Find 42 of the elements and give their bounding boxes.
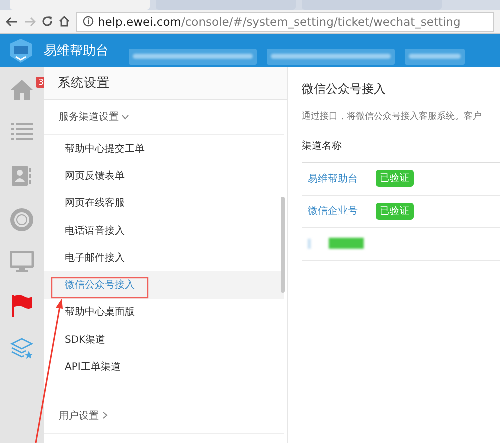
menu-item[interactable]: 帮助中心桌面版 — [65, 301, 135, 324]
channel-link[interactable]: 微信企业号 — [308, 204, 358, 218]
layers-star-icon[interactable] — [10, 337, 34, 361]
list-icon[interactable] — [10, 122, 34, 142]
header-tab[interactable] — [129, 48, 257, 64]
lifebuoy-icon[interactable] — [10, 208, 34, 232]
reload-icon[interactable] — [42, 16, 53, 27]
blurred-tag — [329, 238, 364, 250]
menu-item[interactable]: SDK渠道 — [65, 328, 106, 351]
menu-item[interactable]: API工单渠道 — [65, 356, 121, 378]
menu-item[interactable]: 帮助中心提交工单 — [65, 138, 145, 160]
status-tag: 已验证 — [376, 202, 414, 220]
group-header[interactable]: 用户设置 — [44, 398, 284, 434]
monitor-icon[interactable] — [10, 251, 34, 273]
description: 通过接口，将微信公众号接入客服系统。客户 — [302, 111, 483, 123]
group-header[interactable]: 服务渠道设置 — [44, 100, 284, 135]
menu-item[interactable]: 电话语音接入 — [65, 220, 125, 242]
browser-tab[interactable] — [302, 0, 442, 10]
flag-icon[interactable] — [11, 294, 33, 318]
browser-tab[interactable] — [10, 0, 150, 10]
channel-link[interactable]: 易维帮助台 — [308, 172, 358, 186]
chevron-icon — [103, 412, 108, 420]
logo-icon[interactable] — [8, 38, 34, 64]
brand-name: 易维帮助台 — [44, 42, 109, 60]
menu-item[interactable]: 网页反馈表单 — [65, 164, 125, 187]
contact-card-icon[interactable] — [11, 165, 33, 187]
status-tag: 已验证 — [376, 170, 414, 188]
scrollbar[interactable] — [281, 197, 285, 293]
home-icon[interactable] — [59, 16, 70, 27]
back-icon[interactable] — [6, 16, 18, 26]
address-bar[interactable]: help.ewei.com/console/#/system_setting/ticket/wechat_setting — [76, 12, 494, 32]
sidebar-title: 系统设置 — [44, 67, 287, 100]
header-tab[interactable] — [405, 48, 465, 64]
menu-item[interactable]: 电子邮件接入 — [65, 246, 125, 269]
browser-tab[interactable] — [156, 0, 296, 10]
menu-item[interactable]: 网页在线客服 — [65, 192, 125, 214]
info-icon — [83, 16, 94, 27]
forward-icon[interactable] — [24, 16, 36, 26]
page-title: 微信公众号接入 — [302, 81, 387, 98]
chevron-icon — [122, 114, 129, 120]
header-tab[interactable] — [267, 48, 395, 64]
column-header: 渠道名称 — [302, 139, 500, 163]
